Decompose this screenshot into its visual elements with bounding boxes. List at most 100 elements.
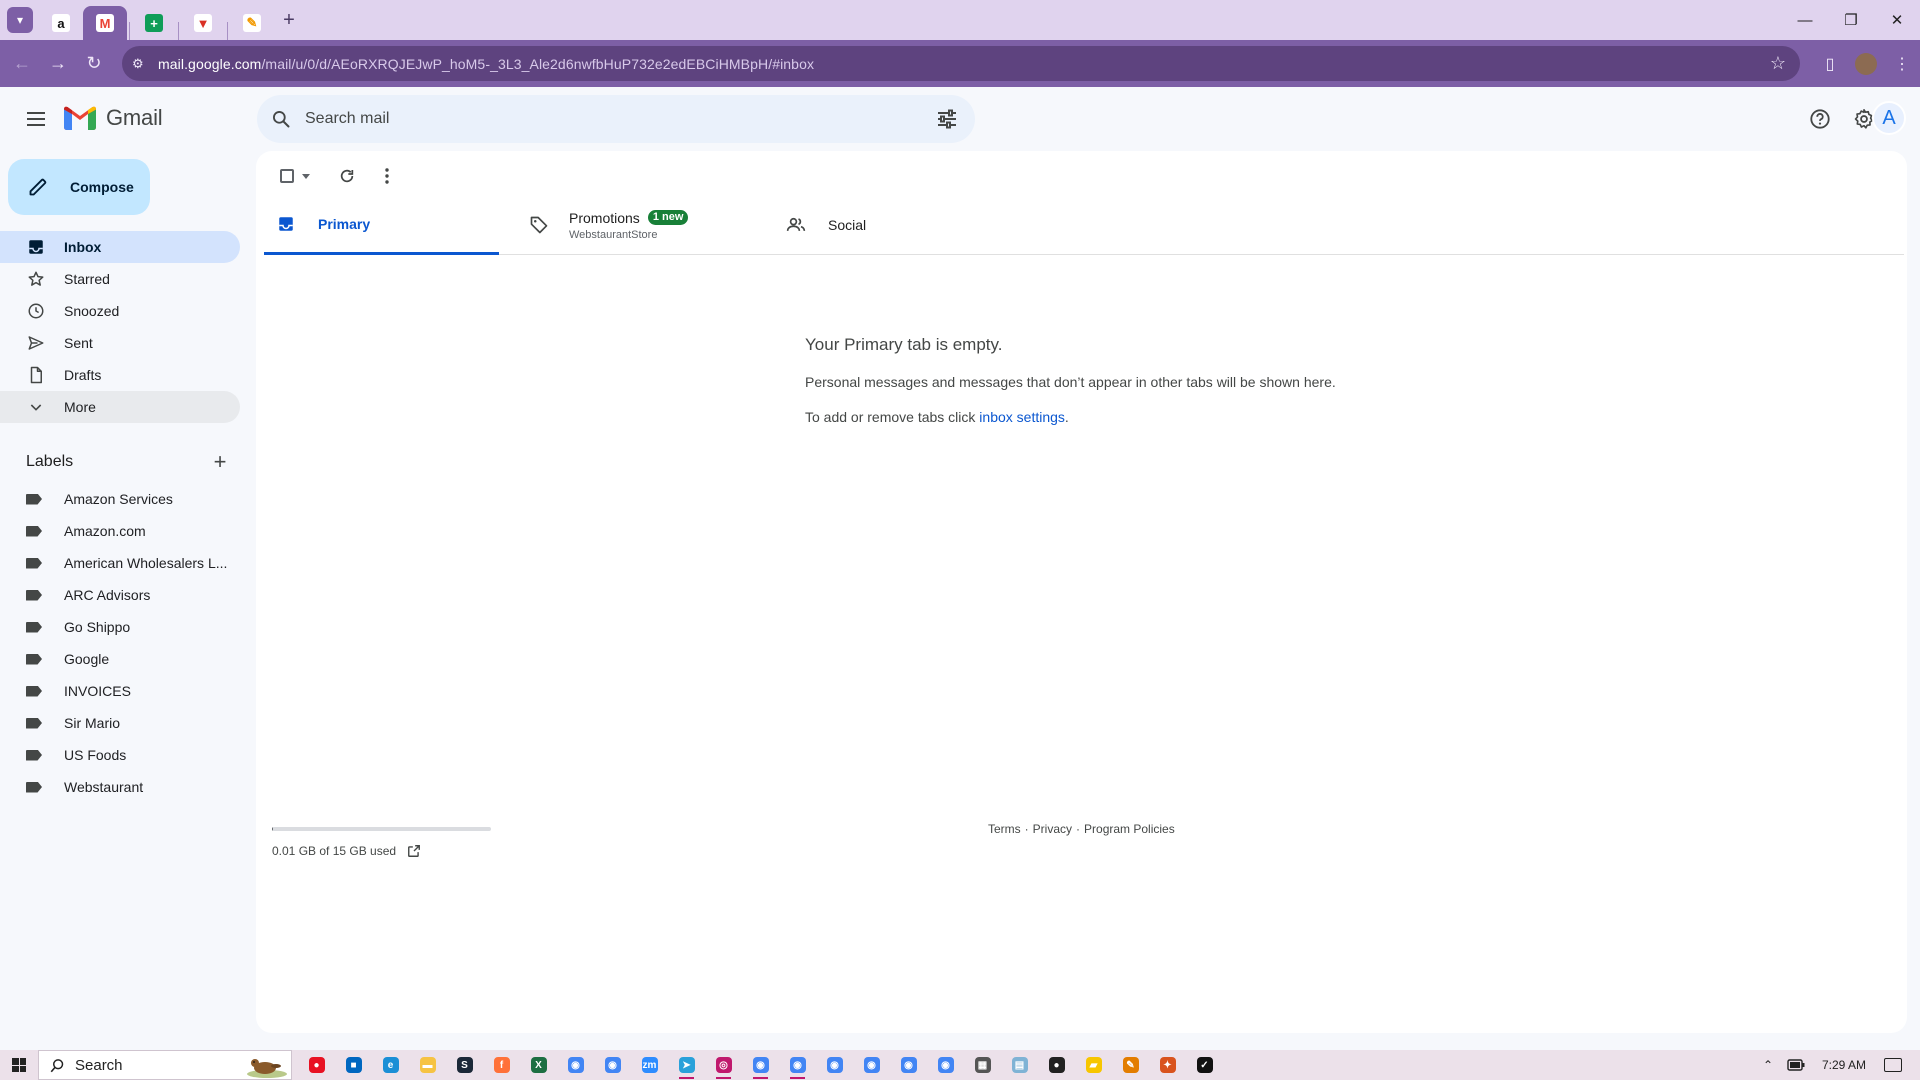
firefox-taskbar-button[interactable]: f bbox=[483, 1050, 520, 1080]
app-red-taskbar-button[interactable]: ● bbox=[298, 1050, 335, 1080]
label-tag-icon bbox=[26, 781, 42, 793]
tab-promotions-sender: WebstaurantStore bbox=[569, 228, 658, 241]
chrome-taskbar-button[interactable]: ◉ bbox=[742, 1050, 779, 1080]
excel-taskbar-button[interactable]: X bbox=[520, 1050, 557, 1080]
help-icon[interactable] bbox=[1800, 99, 1840, 139]
chrome-taskbar-button[interactable]: ◉ bbox=[779, 1050, 816, 1080]
chrome-taskbar-button[interactable]: ◉ bbox=[816, 1050, 853, 1080]
tab-promotions[interactable]: Promotions 1 new WebstaurantStore bbox=[527, 195, 762, 255]
chrome-taskbar-button[interactable]: ◉ bbox=[557, 1050, 594, 1080]
search-input[interactable] bbox=[305, 110, 905, 128]
browser-tab-strip: ▾ a M + ▼ ✎ + — ❐ ✕ bbox=[0, 0, 1920, 40]
label-tag-icon bbox=[26, 589, 42, 601]
app-pink-taskbar-button[interactable]: ◎ bbox=[705, 1050, 742, 1080]
refresh-icon[interactable] bbox=[334, 163, 360, 189]
chrome-icon: ◉ bbox=[567, 1057, 584, 1073]
label-item[interactable]: ARC Advisors bbox=[0, 579, 240, 611]
obs-taskbar-button[interactable]: ● bbox=[1038, 1050, 1075, 1080]
zoom-taskbar-button[interactable]: zm bbox=[631, 1050, 668, 1080]
label-item[interactable]: Amazon.com bbox=[0, 515, 240, 547]
external-link-icon[interactable] bbox=[406, 843, 422, 859]
tab-primary[interactable]: Primary bbox=[264, 195, 499, 255]
label-item[interactable]: US Foods bbox=[0, 739, 240, 771]
battery-icon[interactable] bbox=[1784, 1059, 1808, 1071]
chevron-up-icon[interactable]: ⌃ bbox=[1756, 1058, 1780, 1072]
sidebar-item-more[interactable]: More bbox=[0, 391, 240, 423]
chrome-taskbar-button[interactable]: ◉ bbox=[890, 1050, 927, 1080]
reload-button[interactable]: ↻ bbox=[76, 46, 112, 82]
browser-tab[interactable]: + bbox=[132, 6, 176, 40]
search-icon[interactable] bbox=[257, 109, 305, 129]
app-orange-taskbar-button[interactable]: ✦ bbox=[1149, 1050, 1186, 1080]
edge-taskbar-button[interactable]: e bbox=[372, 1050, 409, 1080]
account-avatar[interactable]: A bbox=[1872, 101, 1906, 135]
privacy-link[interactable]: Privacy bbox=[1033, 822, 1072, 836]
terms-link[interactable]: Terms bbox=[988, 822, 1021, 836]
side-panel-icon[interactable]: ▯ bbox=[1812, 54, 1848, 74]
sidebar-item-starred[interactable]: Starred bbox=[0, 263, 240, 295]
site-info-icon[interactable]: ⚙ bbox=[132, 56, 152, 72]
browser-menu-icon[interactable]: ⋮ bbox=[1884, 54, 1920, 74]
notepad-taskbar-button[interactable]: ▤ bbox=[1001, 1050, 1038, 1080]
back-button[interactable]: ← bbox=[4, 46, 40, 82]
sidebar-item-sent[interactable]: Sent bbox=[0, 327, 240, 359]
new-tab-button[interactable]: + bbox=[274, 5, 304, 35]
browser-tab[interactable]: a bbox=[39, 6, 83, 40]
chrome-taskbar-button[interactable]: ◉ bbox=[853, 1050, 890, 1080]
paint-taskbar-button[interactable]: ✎ bbox=[1112, 1050, 1149, 1080]
store-taskbar-button[interactable]: ■ bbox=[335, 1050, 372, 1080]
send-icon bbox=[26, 333, 46, 353]
more-options-icon[interactable] bbox=[374, 163, 400, 189]
close-window-button[interactable]: ✕ bbox=[1874, 0, 1920, 40]
main-menu-icon[interactable] bbox=[16, 99, 56, 139]
file-explorer-taskbar-button[interactable]: ▬ bbox=[409, 1050, 446, 1080]
chrome-taskbar-button[interactable]: ◉ bbox=[594, 1050, 631, 1080]
minimize-button[interactable]: — bbox=[1782, 0, 1828, 40]
label-item[interactable]: Sir Mario bbox=[0, 707, 240, 739]
program-policies-link[interactable]: Program Policies bbox=[1084, 822, 1175, 836]
forward-button[interactable]: → bbox=[40, 46, 76, 82]
sidebar-item-inbox[interactable]: Inbox bbox=[0, 231, 240, 263]
steam-taskbar-button[interactable]: S bbox=[446, 1050, 483, 1080]
label-item[interactable]: Amazon Services bbox=[0, 483, 240, 515]
storage-info: 0.01 GB of 15 GB used bbox=[272, 827, 491, 859]
browser-profile-avatar[interactable] bbox=[1855, 52, 1877, 75]
browser-tab[interactable]: ✎ bbox=[230, 6, 274, 40]
label-item[interactable]: Webstaurant bbox=[0, 771, 240, 803]
label-item[interactable]: Go Shippo bbox=[0, 611, 240, 643]
restore-button[interactable]: ❐ bbox=[1828, 0, 1874, 40]
notifications-icon[interactable] bbox=[1884, 1058, 1902, 1072]
browser-tab[interactable]: ▼ bbox=[181, 6, 225, 40]
url-text: mail.google.com/mail/u/0/d/AEoRXRQJEJwP_… bbox=[158, 55, 815, 72]
system-clock[interactable]: 7:29 AM bbox=[1822, 1058, 1866, 1072]
compose-label: Compose bbox=[70, 179, 134, 195]
sidebar-item-drafts[interactable]: Drafts bbox=[0, 359, 240, 391]
sticky-notes-taskbar-button[interactable]: ▰ bbox=[1075, 1050, 1112, 1080]
gmail-logo[interactable]: Gmail bbox=[64, 105, 163, 131]
chrome-taskbar-button[interactable]: ◉ bbox=[927, 1050, 964, 1080]
tab-social[interactable]: Social bbox=[778, 195, 1013, 255]
footer-separator: · bbox=[1076, 822, 1081, 836]
calculator-taskbar-button[interactable]: ▦ bbox=[964, 1050, 1001, 1080]
telegram-taskbar-button[interactable]: ➤ bbox=[668, 1050, 705, 1080]
label-item[interactable]: Google bbox=[0, 643, 240, 675]
sidebar-item-snoozed[interactable]: Snoozed bbox=[0, 295, 240, 327]
inbox-settings-link[interactable]: inbox settings bbox=[979, 409, 1065, 425]
label-item[interactable]: INVOICES bbox=[0, 675, 240, 707]
select-dropdown-icon[interactable] bbox=[302, 173, 310, 179]
tag-icon bbox=[527, 213, 551, 237]
app-check-taskbar-button[interactable]: ✓ bbox=[1186, 1050, 1223, 1080]
select-all-checkbox[interactable] bbox=[280, 169, 294, 183]
inbox-icon bbox=[26, 237, 46, 257]
browser-tab[interactable]: M bbox=[83, 6, 127, 40]
bookmark-star-icon[interactable]: ☆ bbox=[1770, 53, 1786, 74]
search-options-icon[interactable] bbox=[935, 107, 959, 131]
taskbar-search[interactable]: Search bbox=[38, 1050, 292, 1080]
compose-button[interactable]: Compose bbox=[8, 159, 150, 215]
label-item[interactable]: American Wholesalers L... bbox=[0, 547, 240, 579]
start-button[interactable] bbox=[0, 1050, 38, 1080]
tab-search-button[interactable]: ▾ bbox=[7, 7, 33, 33]
address-bar[interactable]: ⚙ mail.google.com/mail/u/0/d/AEoRXRQJEJw… bbox=[122, 46, 1800, 81]
search-bar[interactable] bbox=[257, 95, 975, 143]
create-label-button[interactable]: + bbox=[208, 449, 232, 474]
